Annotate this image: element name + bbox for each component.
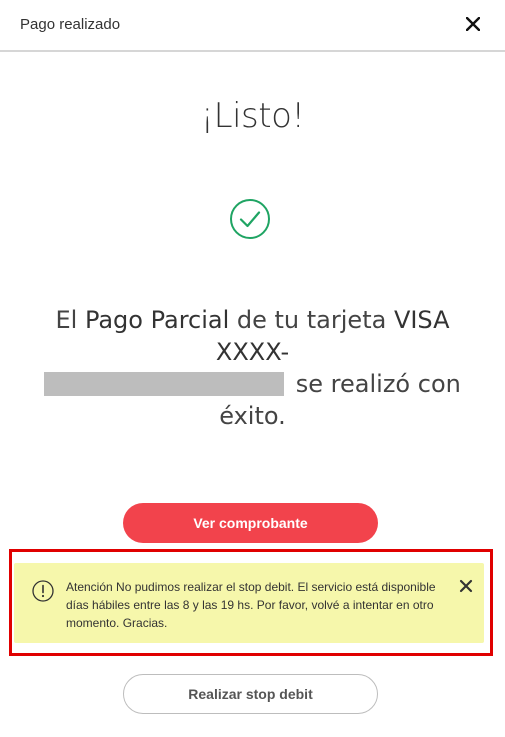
message-text: de tu tarjeta: [229, 306, 394, 334]
check-circle-icon: [229, 198, 271, 240]
payment-confirmation-message: El Pago Parcial de tu tarjeta VISA XXXX-…: [20, 304, 485, 432]
warning-circle-icon: [32, 580, 54, 602]
redacted-card-number: [44, 372, 285, 396]
payment-result-page: Pago realizado ¡Listo! El Pago Parcial d…: [0, 0, 505, 737]
alert-message: Atención No pudimos realizar el stop deb…: [66, 580, 436, 630]
payment-type: Pago Parcial: [84, 306, 230, 334]
close-icon[interactable]: [458, 578, 474, 594]
message-text: El: [55, 306, 85, 334]
header-title: Pago realizado: [20, 16, 121, 33]
header-bar: Pago realizado: [0, 0, 505, 52]
view-receipt-button[interactable]: Ver comprobante: [123, 503, 378, 543]
stop-debit-button[interactable]: Realizar stop debit: [123, 674, 378, 714]
close-icon[interactable]: [461, 12, 485, 36]
success-headline: ¡Listo!: [200, 96, 306, 136]
stop-debit-alert: Atención No pudimos realizar el stop deb…: [14, 563, 484, 643]
